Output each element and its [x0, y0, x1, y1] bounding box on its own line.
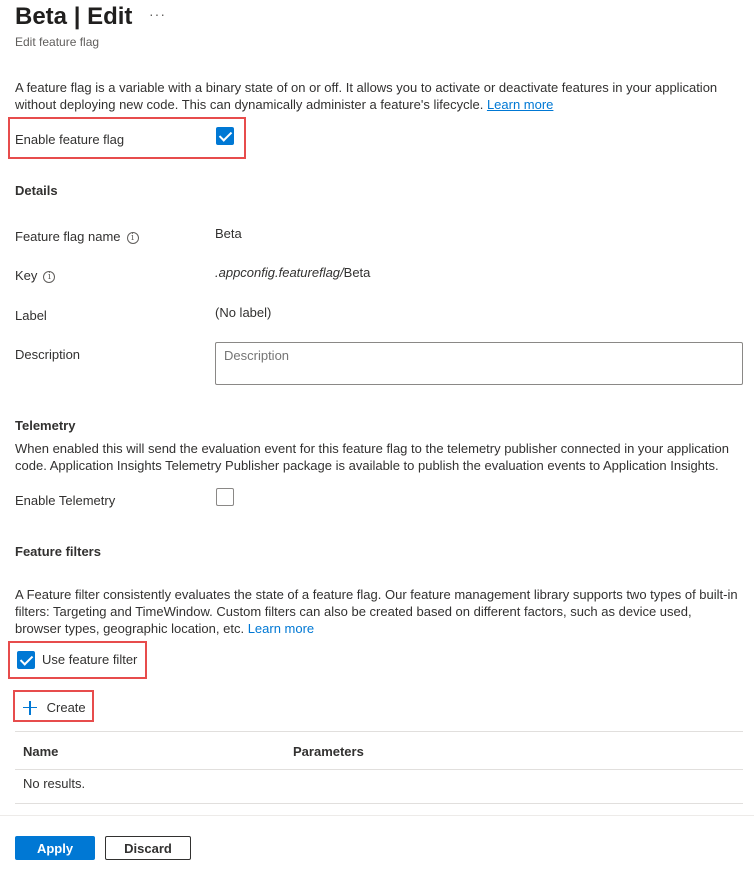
filters-heading: Feature filters	[15, 544, 101, 559]
plus-icon	[23, 700, 37, 715]
intro-text: A feature flag is a variable with a bina…	[15, 80, 718, 112]
telemetry-heading: Telemetry	[15, 418, 76, 433]
filters-learn-more-link[interactable]: Learn more	[248, 621, 314, 636]
key-value: .appconfig.featureflag/Beta	[215, 265, 370, 280]
footer-divider	[0, 815, 754, 816]
key-prefix: .appconfig.featureflag/	[215, 265, 344, 280]
create-button[interactable]: Create	[23, 699, 86, 715]
key-label-text: Key	[15, 268, 38, 283]
apply-button[interactable]: Apply	[15, 836, 95, 860]
more-options-icon[interactable]: ···	[149, 6, 166, 22]
description-label: Description	[15, 347, 81, 362]
enable-telemetry-checkbox[interactable]	[216, 488, 234, 506]
intro-description: A feature flag is a variable with a bina…	[15, 79, 740, 113]
table-header-divider	[15, 769, 743, 770]
column-header-name: Name	[23, 744, 59, 759]
description-input[interactable]	[215, 342, 743, 385]
details-heading: Details	[15, 183, 58, 198]
table-empty-text: No results.	[23, 776, 86, 791]
enable-telemetry-label: Enable Telemetry	[15, 493, 116, 508]
info-icon[interactable]: i	[126, 231, 139, 244]
use-filter-label: Use feature filter	[42, 652, 138, 667]
page-subtitle: Edit feature flag	[15, 35, 100, 49]
intro-learn-more-link[interactable]: Learn more	[487, 97, 553, 112]
create-button-label: Create	[46, 700, 86, 716]
label-value: (No label)	[215, 305, 272, 320]
use-filter-checkbox[interactable]	[17, 651, 35, 669]
flag-name-value: Beta	[215, 226, 242, 241]
column-header-parameters: Parameters	[293, 744, 364, 759]
info-icon[interactable]: i	[43, 270, 56, 283]
page-title: Beta | Edit	[15, 3, 133, 30]
telemetry-description: When enabled this will send the evaluati…	[15, 441, 729, 473]
discard-button[interactable]: Discard	[105, 836, 191, 860]
flag-name-label-text: Feature flag name	[15, 229, 121, 244]
filters-text: A Feature filter consistently evaluates …	[15, 587, 738, 636]
table-top-divider	[15, 731, 743, 732]
flag-name-label: Feature flag name i	[15, 229, 139, 244]
key-label: Key i	[15, 268, 56, 283]
filters-description: A Feature filter consistently evaluates …	[15, 586, 740, 637]
table-bottom-divider	[15, 803, 743, 804]
key-suffix: Beta	[343, 265, 371, 280]
label-label: Label	[15, 308, 47, 323]
enable-flag-label: Enable feature flag	[15, 132, 125, 147]
enable-flag-checkbox[interactable]	[216, 127, 234, 145]
